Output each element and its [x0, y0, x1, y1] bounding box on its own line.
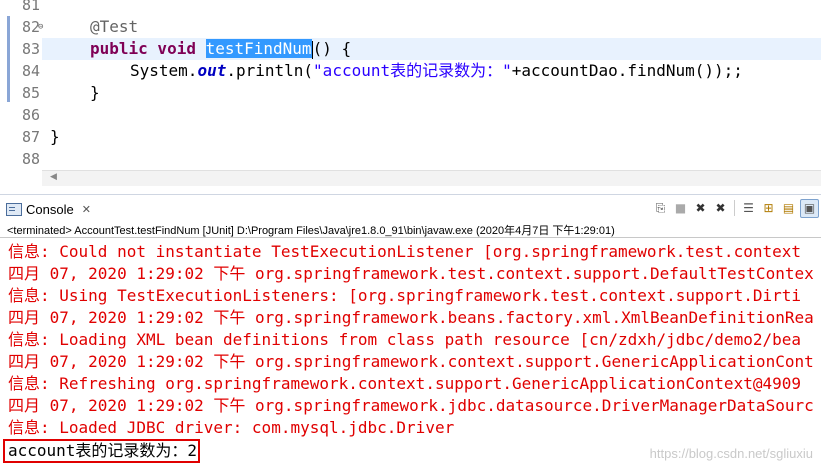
- terminate-icon[interactable]: ■: [672, 200, 689, 217]
- close-icon[interactable]: ✕: [82, 203, 91, 216]
- annotation-test: @Test: [90, 17, 139, 36]
- scroll-left-icon[interactable]: ◀: [50, 172, 57, 182]
- fold-toggle-icon[interactable]: ⊖: [38, 16, 43, 38]
- console-output-line: 四月 07, 2020 1:29:02 下午 org.springframewo…: [8, 308, 814, 327]
- line-number: 85: [21, 84, 40, 102]
- closing-brace: }: [50, 127, 60, 146]
- line-number: 83: [21, 40, 40, 58]
- console-output-line: 信息: Loading XML bean definitions from cl…: [8, 330, 801, 349]
- string-literal: "account表的记录数为：": [313, 61, 512, 80]
- console-output-line: 四月 07, 2020 1:29:02 下午 org.springframewo…: [8, 396, 814, 415]
- console-output-line: 四月 07, 2020 1:29:02 下午 org.springframewo…: [8, 352, 814, 371]
- console-output-line: 信息: Using TestExecutionListeners: [org.s…: [8, 286, 801, 305]
- scroll-lock-icon[interactable]: ☰: [740, 200, 757, 217]
- method-declaration[interactable]: public void testFindNum() {: [90, 38, 351, 60]
- field-out: out: [197, 61, 227, 80]
- code-text: System.: [130, 61, 198, 80]
- console-output-line: 信息: Loaded JDBC driver: com.mysql.jdbc.D…: [8, 418, 455, 437]
- code-editor[interactable]: 81 82 ⊖ 83 84 85 86 87 88 @Test public v…: [0, 0, 821, 170]
- editor-bottom-border: [0, 186, 821, 195]
- console-output-line: 信息: Refreshing org.springframework.conte…: [8, 374, 801, 393]
- open-console-icon[interactable]: ▣: [800, 198, 819, 218]
- keyword: public void: [90, 39, 206, 58]
- line-number: 82: [21, 18, 40, 36]
- result-highlight-box: [3, 439, 200, 463]
- println-statement[interactable]: System.out.println("account表的记录数为："+acco…: [130, 60, 743, 82]
- console-output-line: 信息: Could not instantiate TestExecutionL…: [8, 242, 801, 261]
- show-console-icon[interactable]: ▤: [780, 200, 797, 217]
- tab-console[interactable]: Console ✕: [6, 198, 91, 220]
- console-toolbar: ⎘ ■ ✖ ✖ ☰ ⊞ ▤ ▣: [652, 198, 819, 218]
- toolbar-separator: [734, 200, 735, 216]
- console-output-line: 四月 07, 2020 1:29:02 下午 org.springframewo…: [8, 264, 814, 283]
- code-text: +accountDao.findNum());;: [511, 61, 743, 80]
- watermark: https://blog.csdn.net/sgliuxiu: [649, 446, 813, 461]
- line-number: 87: [21, 128, 40, 146]
- terminated-status: <terminated> AccountTest.testFindNum [JU…: [7, 225, 615, 237]
- pin-icon[interactable]: ⎘: [652, 200, 669, 217]
- code-text: .println(: [226, 61, 314, 80]
- code-text: () {: [312, 39, 352, 58]
- line-number: 84: [21, 62, 40, 80]
- selected-method-name[interactable]: testFindNum: [205, 39, 312, 58]
- line-number: 86: [21, 106, 40, 124]
- closing-brace: }: [90, 83, 100, 102]
- tab-console-label: Console: [26, 201, 74, 217]
- horizontal-scrollbar[interactable]: ◀: [42, 170, 821, 187]
- console-divider: [0, 237, 821, 238]
- console-icon: [6, 202, 22, 216]
- console-view-header: Console ✕ ⎘ ■ ✖ ✖ ☰ ⊞ ▤ ▣: [0, 196, 821, 221]
- remove-all-icon[interactable]: ✖: [712, 200, 729, 217]
- remove-launch-icon[interactable]: ✖: [692, 200, 709, 217]
- line-number: 88: [21, 150, 40, 168]
- line-number: 81: [21, 0, 40, 14]
- word-wrap-icon[interactable]: ⊞: [760, 200, 777, 217]
